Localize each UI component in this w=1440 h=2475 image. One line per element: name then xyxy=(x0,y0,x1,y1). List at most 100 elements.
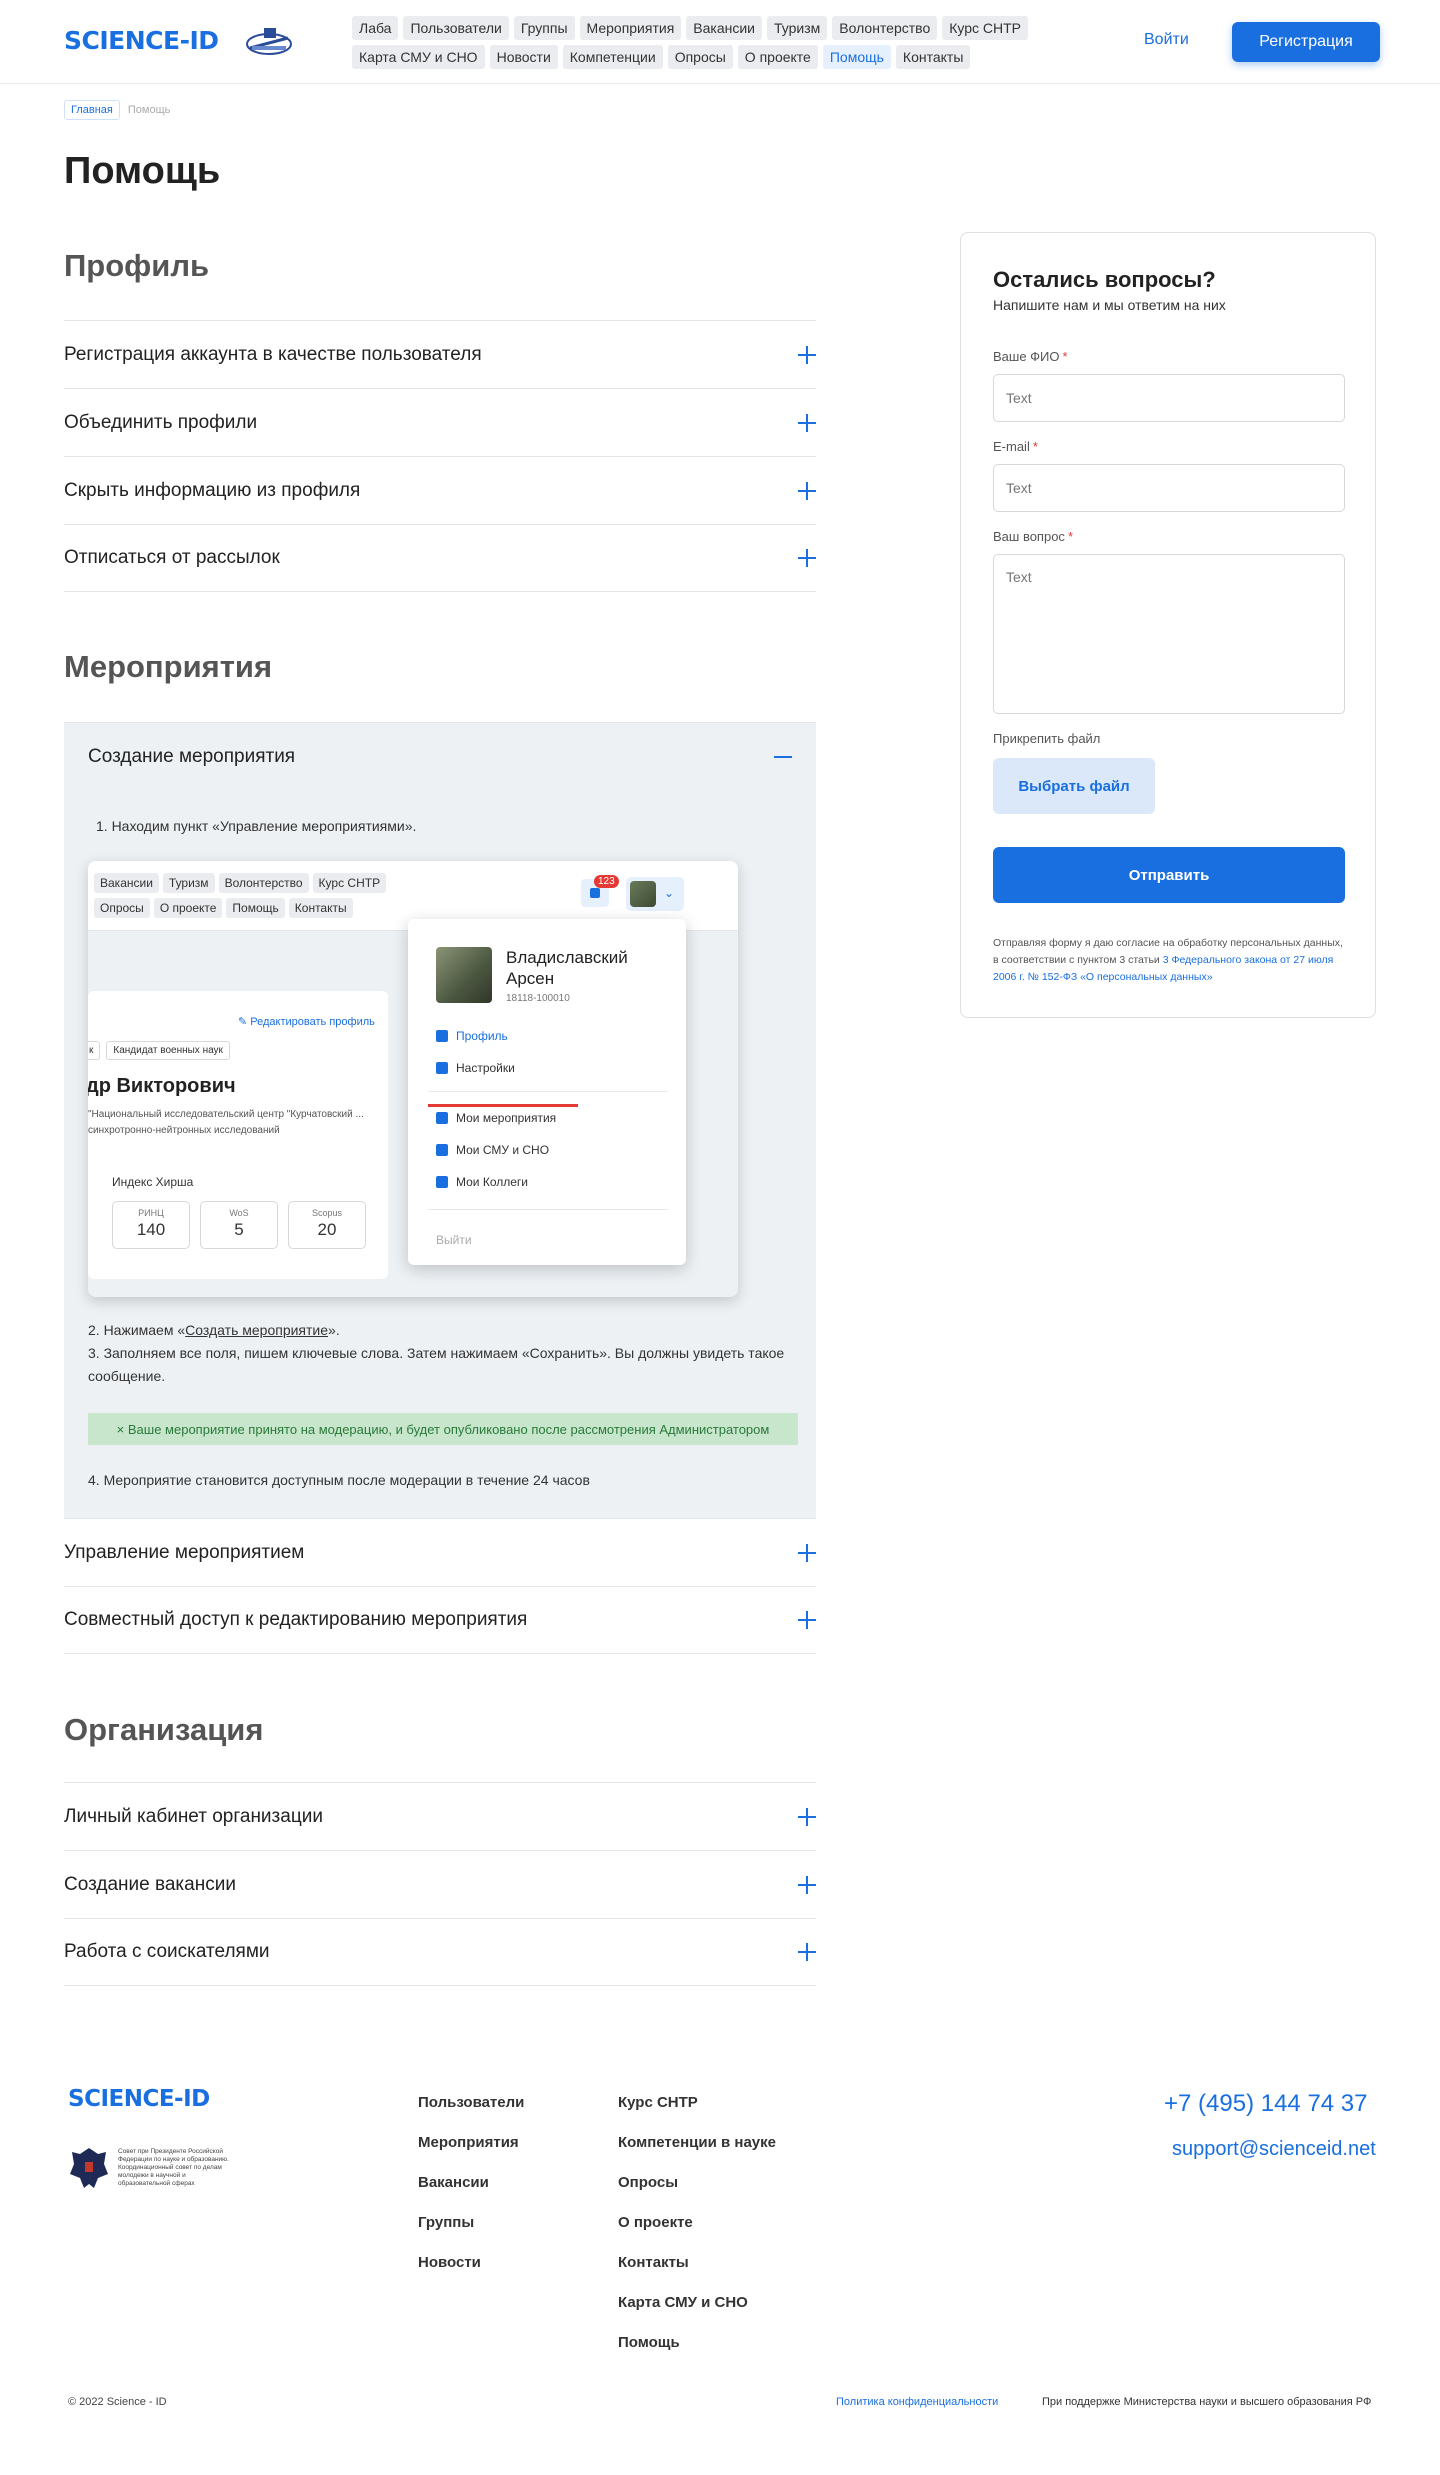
footer-link-item-4[interactable]: Контакты xyxy=(618,2254,776,2294)
plus-icon[interactable] xyxy=(798,1543,816,1562)
plus-icon[interactable] xyxy=(798,1943,816,1961)
faq-item-manage-event[interactable]: Управление мероприятием xyxy=(64,1518,816,1586)
faq-item-label: Совместный доступ к редактированию мероп… xyxy=(64,1609,528,1630)
nav-link-item-3[interactable]: Опросы xyxy=(667,45,733,69)
divider xyxy=(428,1091,668,1092)
menu-item-label: Настройки xyxy=(456,1061,515,1075)
name-label: Ваше ФИО * xyxy=(993,349,1068,364)
nav-link-item-6[interactable]: Волонтерство xyxy=(832,16,938,40)
nav-link-item-2[interactable]: Компетенции xyxy=(562,45,663,69)
faq-item-label: Личный кабинет организации xyxy=(64,1805,323,1827)
hirsh-index-title: Индекс Хирша xyxy=(112,1175,194,1189)
main-nav: Лаба Пользователи Группы Мероприятия Ваканси… xyxy=(352,16,1072,74)
nav-link-item-0[interactable]: Лаба xyxy=(352,16,399,40)
footer-link-item-1[interactable]: Мероприятия xyxy=(418,2134,524,2174)
menu-item-colleagues: Мои Коллеги xyxy=(436,1175,528,1189)
faq-item-unsubscribe[interactable]: Отписаться от рассылок xyxy=(64,524,816,592)
register-button[interactable]: Регистрация xyxy=(1232,22,1380,62)
screenshot-tags: к Кандидат военных наук xyxy=(88,1041,230,1060)
footer-logo[interactable]: SCIENCE-ID xyxy=(68,2086,210,2112)
breadcrumb-home[interactable]: Главная xyxy=(64,100,120,120)
footer-link-item-3[interactable]: О проекте xyxy=(618,2214,776,2254)
faq-item-create-vacancy[interactable]: Создание вакансии xyxy=(64,1850,816,1918)
question-label-text: Ваш вопрос xyxy=(993,529,1065,544)
step-2-suffix: ». xyxy=(328,1322,340,1338)
faq-item-registration[interactable]: Регистрация аккаунта в качестве пользова… xyxy=(64,320,816,388)
menu-item-settings: Настройки xyxy=(436,1061,515,1075)
nav-link-item-7[interactable]: Курс СНТР xyxy=(942,16,1029,40)
required-mark: * xyxy=(1067,529,1073,544)
nav-link-item-4[interactable]: Вакансии xyxy=(686,16,762,40)
plus-icon[interactable] xyxy=(798,413,816,432)
edit-profile-label: Редактировать профиль xyxy=(250,1016,375,1028)
screenshot-nav-item-item-0: Вакансии xyxy=(94,873,159,893)
footer-link-item-0[interactable]: Курс СНТР xyxy=(618,2094,776,2134)
plus-icon[interactable] xyxy=(798,1875,816,1894)
nav-link-item-4[interactable]: О проекте xyxy=(737,45,818,69)
faq-item-create-event-expanded: Создание мероприятия 1. Находим пункт «У… xyxy=(64,722,816,1518)
faq-item-hide-info[interactable]: Скрыть информацию из профиля xyxy=(64,456,816,524)
main-nav-row-1: Лаба Пользователи Группы Мероприятия Ваканси… xyxy=(352,16,1072,40)
plus-icon[interactable] xyxy=(798,1807,816,1826)
plus-icon[interactable] xyxy=(798,549,816,567)
footer-link-item-6[interactable]: Помощь xyxy=(618,2334,776,2374)
gear-icon xyxy=(436,1062,448,1074)
section-title-profile: Профиль xyxy=(64,248,210,283)
plus-icon[interactable] xyxy=(798,345,816,364)
nav-link-item-0[interactable]: Карта СМУ и СНО xyxy=(352,45,485,69)
plus-icon[interactable] xyxy=(798,481,816,500)
footer-link-item-3[interactable]: Группы xyxy=(418,2214,524,2254)
nav-link-item-1[interactable]: Пользователи xyxy=(403,16,509,40)
faq-item-label: Работа с соискателями xyxy=(64,1941,270,1962)
privacy-policy-link[interactable]: Политика конфиденциальности xyxy=(836,2396,998,2408)
menu-item-label: Профиль xyxy=(456,1029,508,1043)
nav-link-item-5[interactable]: Туризм xyxy=(767,16,828,40)
choose-file-button[interactable]: Выбрать файл xyxy=(993,758,1155,814)
step-2-prefix: 2. Нажимаем « xyxy=(88,1322,186,1338)
email-field[interactable] xyxy=(993,464,1345,512)
nav-link-item-2[interactable]: Группы xyxy=(513,16,575,40)
footer-link-item-0[interactable]: Пользователи xyxy=(418,2094,524,2134)
faq-item-shared-access[interactable]: Совместный доступ к редактированию мероп… xyxy=(64,1586,816,1654)
footer-link-item-2[interactable]: Вакансии xyxy=(418,2174,524,2214)
edit-profile-link: ✎ Редактировать профиль xyxy=(238,1016,375,1028)
faq-item-label: Управление мероприятием xyxy=(64,1541,305,1563)
footer-link-item-1[interactable]: Компетенции в науке xyxy=(618,2134,776,2174)
nav-link-item-6[interactable]: Контакты xyxy=(895,45,971,69)
footer-phone[interactable]: +7 (495) 144 74 37 xyxy=(1164,2090,1368,2118)
screenshot-nav-item-item-2: Помощь xyxy=(226,898,285,918)
form-title: Остались вопросы? xyxy=(993,267,1216,292)
name-field[interactable] xyxy=(993,374,1345,422)
footer-link-item-2[interactable]: Опросы xyxy=(618,2174,776,2214)
submit-button[interactable]: Отправить xyxy=(993,847,1345,903)
faq-item-label: Регистрация аккаунта в качестве пользова… xyxy=(64,343,482,365)
plus-icon[interactable] xyxy=(798,1611,816,1629)
faq-item-merge-profiles[interactable]: Объединить профили xyxy=(64,388,816,456)
tag: Кандидат военных наук xyxy=(106,1041,230,1060)
index-label: Scopus xyxy=(311,1208,343,1218)
users-icon xyxy=(436,1176,448,1188)
footer-link-item-5[interactable]: Карта СМУ и СНО xyxy=(618,2294,776,2334)
footer-email[interactable]: support@scienceid.net xyxy=(1172,2138,1376,2161)
nav-link-item-1[interactable]: Новости xyxy=(489,45,558,69)
nav-link-item-3[interactable]: Мероприятия xyxy=(579,16,682,40)
site-logo[interactable]: SCIENCE-ID xyxy=(64,26,219,55)
faq-item-label: Объединить профили xyxy=(64,411,258,433)
divider xyxy=(428,1209,668,1210)
question-field[interactable] xyxy=(993,554,1345,714)
faq-item-label: Создание мероприятия xyxy=(88,746,296,767)
required-mark: * xyxy=(1032,439,1038,454)
avatar xyxy=(630,881,656,907)
site-header: SCIENCE-ID Лаба Пользователи Группы Меропри… xyxy=(0,0,1440,84)
nav-link-item-5[interactable]: Помощь xyxy=(822,45,891,69)
consent-text: Отправляя форму я даю согласие на обрабо… xyxy=(993,935,1345,986)
login-link[interactable]: Войти xyxy=(1144,31,1189,49)
create-event-link[interactable]: Создать мероприятие xyxy=(185,1322,328,1338)
faq-item-org-cabinet[interactable]: Личный кабинет организации xyxy=(64,1782,816,1850)
faq-item-applicants[interactable]: Работа с соискателями xyxy=(64,1918,816,1986)
minus-icon[interactable] xyxy=(774,748,792,766)
required-mark: * xyxy=(1062,349,1068,364)
screenshot-profile-card: ✎ Редактировать профиль к Кандидат военн… xyxy=(88,991,388,1279)
footer-link-item-4[interactable]: Новости xyxy=(418,2254,524,2294)
faq-item-create-event[interactable]: Создание мероприятия xyxy=(88,723,792,791)
